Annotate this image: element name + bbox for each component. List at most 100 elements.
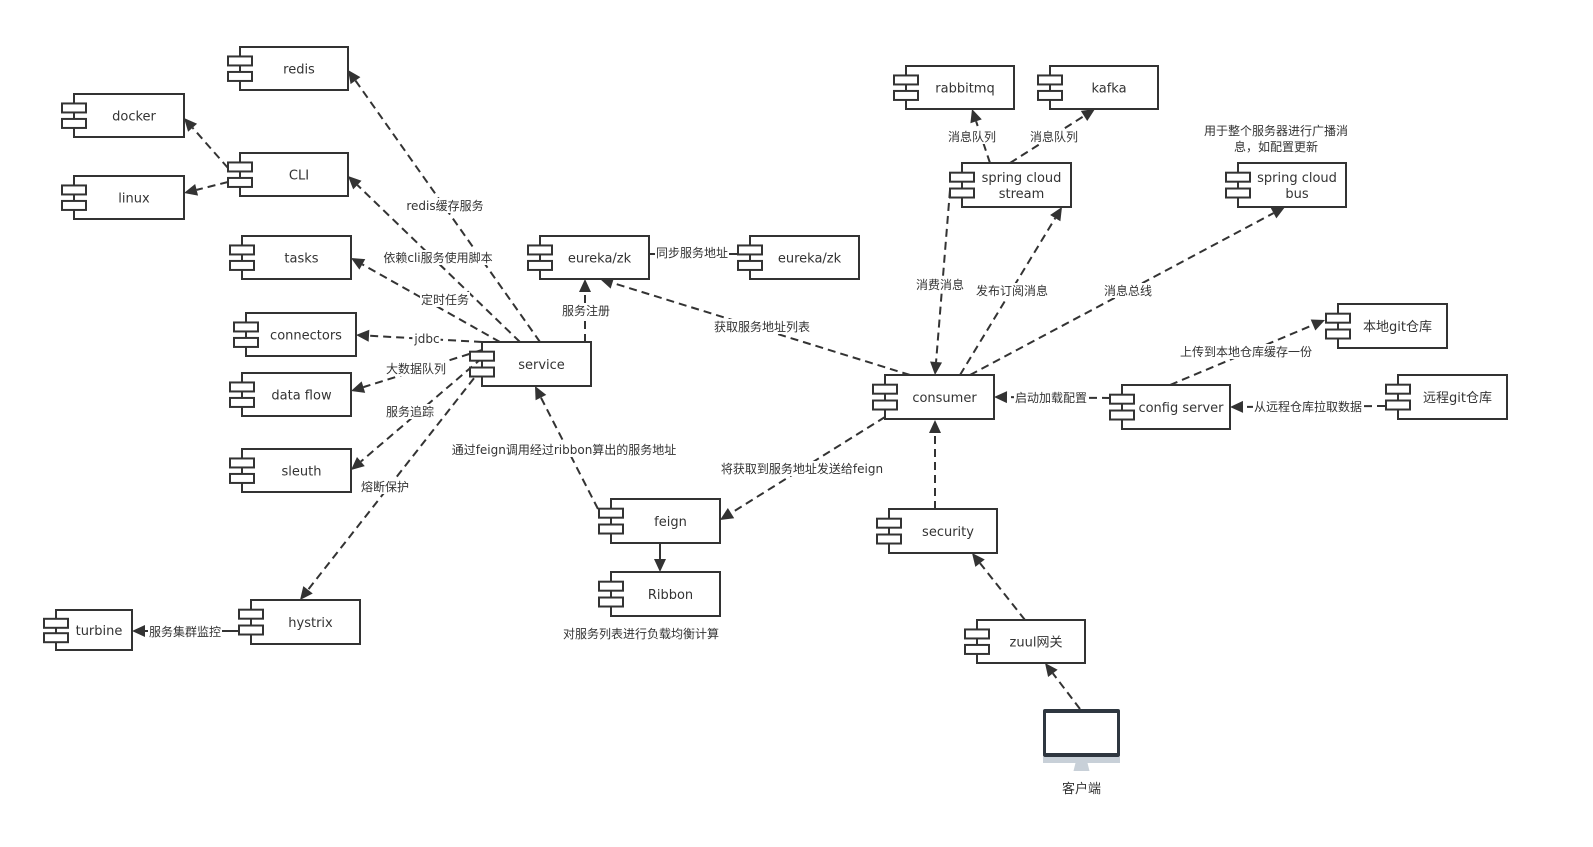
component-label: tasks	[284, 252, 318, 267]
arrowhead-icon	[348, 70, 361, 85]
arrowhead-icon	[1310, 319, 1325, 331]
component-port-icon	[1109, 409, 1135, 421]
component-label: kafka	[1091, 82, 1126, 97]
edge-label: 发布订阅消息	[974, 283, 1050, 298]
edge-label: 服务注册	[560, 303, 612, 318]
component-label: bus	[1285, 187, 1308, 202]
component-zuul[interactable]: zuul网关	[964, 619, 1086, 664]
edge-label-text: 服务注册	[562, 303, 610, 318]
component-port-icon	[43, 632, 69, 644]
edge-security-to-consumer[interactable]	[929, 420, 941, 509]
component-redis[interactable]: redis	[227, 46, 349, 91]
component-label: 本地git仓库	[1363, 319, 1432, 335]
edge-label-text: 消费消息	[916, 277, 964, 292]
component-configserver[interactable]: config server	[1109, 384, 1231, 430]
component-eureka2[interactable]: eureka/zk	[737, 235, 860, 280]
edge-label-text: 熔断保护	[361, 479, 409, 494]
component-port-icon	[1385, 383, 1411, 395]
component-label: docker	[112, 110, 156, 125]
component-eureka1[interactable]: eureka/zk	[527, 235, 650, 280]
component-docker[interactable]: docker	[61, 93, 185, 138]
component-port-icon	[964, 643, 990, 655]
edge-label-text: 依赖cli服务使用脚本	[383, 250, 492, 265]
component-cli[interactable]: CLI	[227, 152, 349, 197]
edge-label: 消息队列	[1028, 129, 1080, 144]
component-security[interactable]: security	[876, 508, 998, 554]
component-kafka[interactable]: kafka	[1037, 65, 1159, 110]
component-port-icon	[598, 523, 624, 535]
edge-label: redis缓存服务	[405, 198, 485, 213]
component-label: config server	[1138, 401, 1224, 416]
component-port-icon	[964, 628, 990, 640]
component-service[interactable]: service	[469, 341, 592, 387]
edge-cli-to-docker[interactable]	[184, 118, 229, 169]
component-port-icon	[876, 533, 902, 545]
edge-line	[979, 562, 1026, 621]
component-sleuth[interactable]: sleuth	[229, 448, 352, 493]
edge-label-text: 消息队列	[948, 129, 996, 144]
edge-client-to-zuul[interactable]	[1045, 663, 1081, 710]
component-port-icon	[1037, 89, 1063, 101]
component-label: hystrix	[288, 616, 333, 631]
component-hystrix[interactable]: hystrix	[238, 599, 361, 645]
edge-label-text: 启动加载配置	[1015, 391, 1087, 405]
component-port-icon	[233, 336, 259, 348]
edge-label: 从远程仓库拉取数据	[1252, 399, 1364, 414]
component-port-icon	[527, 244, 553, 256]
edge-label-text: 同步服务地址	[656, 245, 728, 260]
component-port-icon	[737, 244, 763, 256]
component-rabbitmq[interactable]: rabbitmq	[893, 65, 1015, 110]
component-stream[interactable]: spring cloudstream	[949, 162, 1072, 208]
nodes-layer: redis docker CLI linux tasks connectors data f…	[43, 46, 1508, 797]
component-label: turbine	[76, 624, 123, 639]
component-label: sleuth	[282, 465, 322, 480]
edge-line	[935, 189, 951, 363]
component-port-icon	[229, 381, 255, 393]
edge-label: jdbc	[412, 332, 441, 346]
edge-label: 同步服务地址	[654, 245, 730, 260]
arrowhead-icon	[132, 625, 145, 637]
component-consumer[interactable]: consumer	[872, 374, 995, 420]
component-ribbon[interactable]: Ribbon	[598, 571, 721, 617]
component-port-icon	[1037, 74, 1063, 86]
component-port-icon	[1225, 171, 1251, 183]
edge-label: 获取服务地址列表	[712, 319, 812, 334]
component-port-icon	[227, 176, 253, 188]
edge-label-text: redis缓存服务	[406, 198, 483, 213]
edge-cli-to-linux[interactable]	[184, 181, 229, 196]
arrowhead-icon	[351, 381, 366, 393]
edge-feign-to-ribbon[interactable]	[654, 543, 666, 572]
component-port-icon	[469, 366, 495, 378]
component-tasks[interactable]: tasks	[229, 235, 352, 280]
component-label: spring cloud	[982, 171, 1062, 186]
component-connectors[interactable]: connectors	[233, 312, 357, 357]
edge-label-text: 消息总线	[1104, 283, 1152, 298]
component-turbine[interactable]: turbine	[43, 609, 133, 651]
component-port-icon	[598, 507, 624, 519]
component-port-icon	[872, 399, 898, 411]
component-remotegit[interactable]: 远程git仓库	[1385, 374, 1508, 420]
edge-zuul-to-security[interactable]	[972, 553, 1026, 621]
arrowhead-icon	[184, 184, 199, 196]
component-feign[interactable]: feign	[598, 498, 721, 544]
component-label: rabbitmq	[935, 82, 994, 97]
component-port-icon	[61, 117, 87, 129]
component-localgit[interactable]: 本地git仓库	[1325, 303, 1448, 349]
component-label: zuul网关	[1010, 636, 1063, 651]
component-dataflow[interactable]: data flow	[229, 372, 352, 417]
note-text: 对服务列表进行负载均衡计算	[563, 626, 719, 641]
arrowhead-icon	[579, 279, 591, 292]
component-port-icon	[1385, 399, 1411, 411]
edge-label: 大数据队列	[384, 361, 448, 376]
arrowhead-icon	[970, 109, 982, 124]
client-monitor-icon[interactable]: 客户端	[1043, 709, 1120, 797]
arrowhead-icon	[300, 586, 313, 600]
component-port-icon	[229, 472, 255, 484]
component-bus[interactable]: spring cloudbus	[1225, 162, 1347, 208]
component-port-icon	[227, 161, 253, 173]
component-port-icon	[598, 596, 624, 608]
arrowhead-icon	[972, 553, 985, 567]
note-text: 用于整个服务器进行广播消	[1204, 123, 1348, 138]
ribbon-note: 对服务列表进行负载均衡计算	[563, 626, 719, 641]
component-linux[interactable]: linux	[61, 175, 185, 220]
